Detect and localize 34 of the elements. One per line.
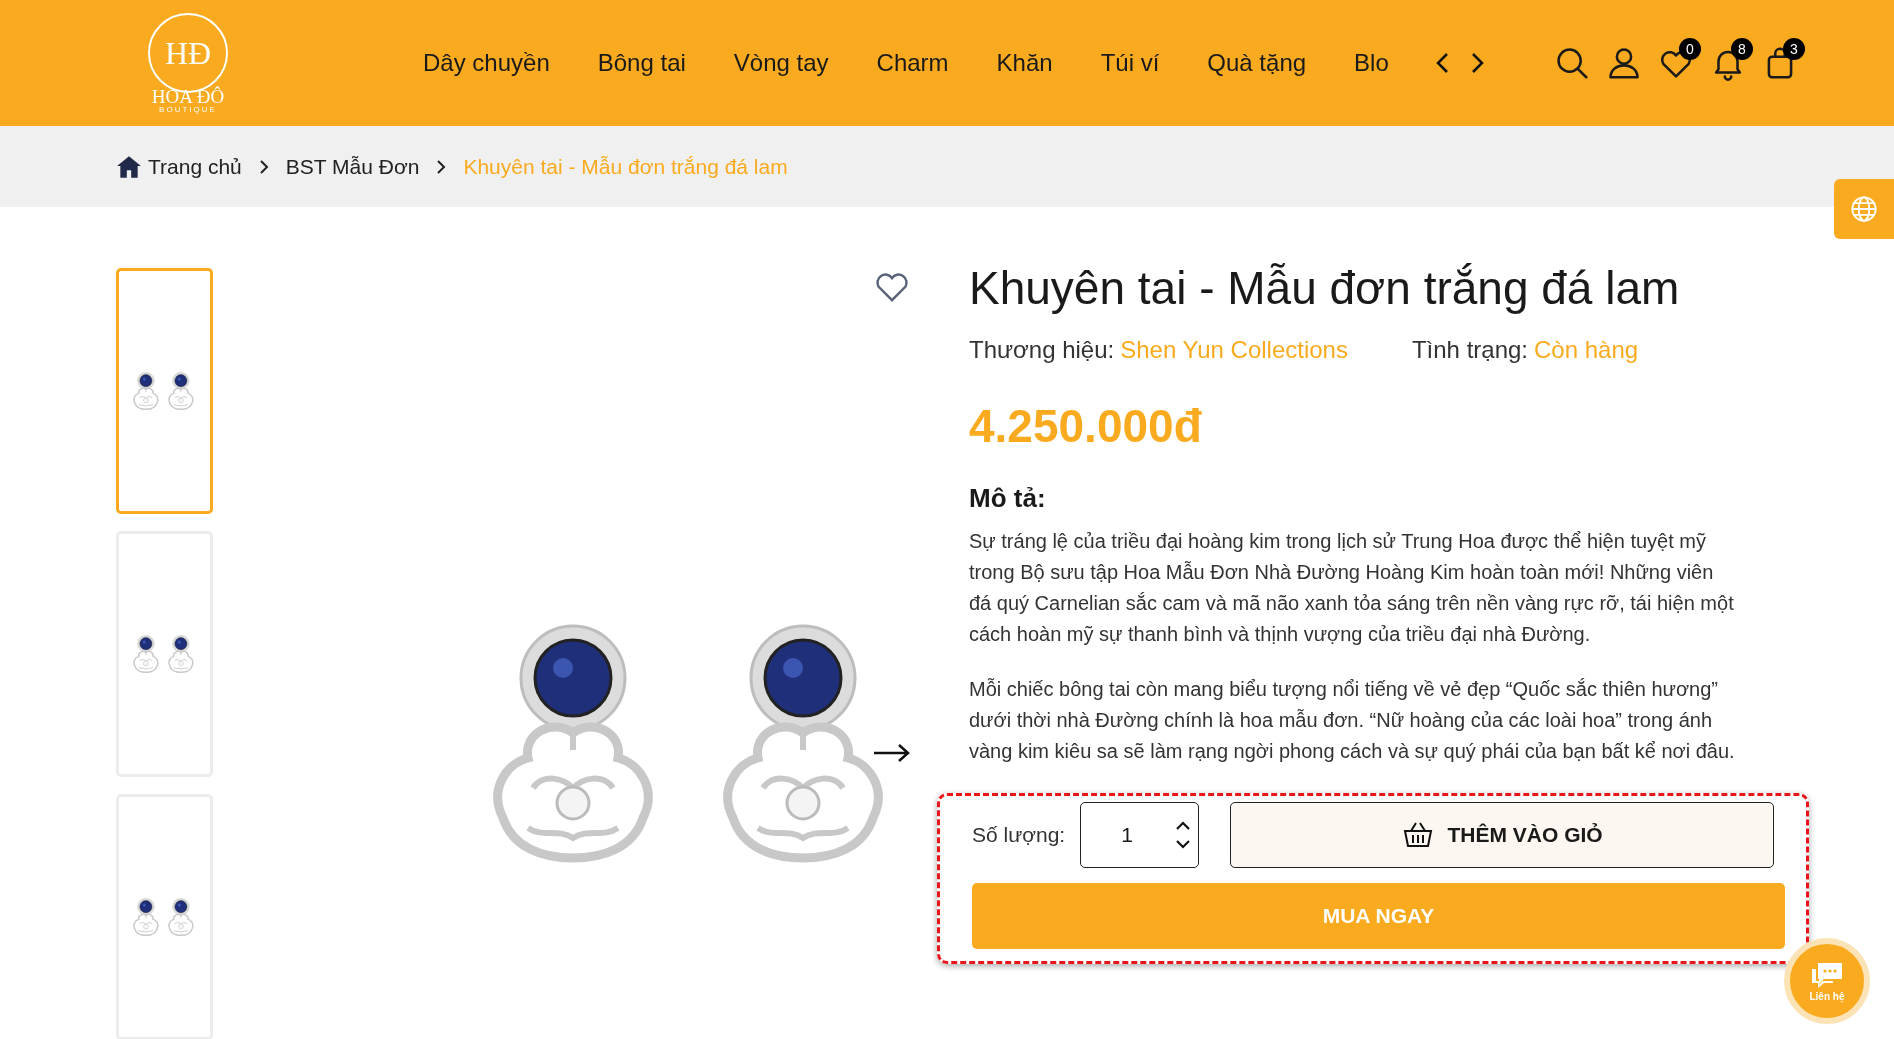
nav-link[interactable]: Vòng tay bbox=[733, 45, 829, 81]
count-badge: 3 bbox=[1783, 38, 1805, 60]
add-to-cart-button[interactable]: THÊM VÀO GIỎ bbox=[1230, 802, 1774, 868]
breadcrumb-link[interactable]: Trang chủ bbox=[148, 150, 242, 183]
product-title: Khuyên tai - Mẫu đơn trắng đá lam bbox=[969, 261, 1681, 316]
brand-label: Thương hiệu: bbox=[969, 335, 1115, 365]
status-label: Tình trạng: bbox=[1411, 335, 1528, 365]
nav-link[interactable]: Quà tặng bbox=[1207, 45, 1307, 81]
basket-icon bbox=[1401, 821, 1434, 849]
nav-link[interactable]: Bông tai bbox=[597, 45, 686, 81]
count-badge: 0 bbox=[1679, 38, 1701, 60]
description-paragraph: Sự tráng lệ của triều đại hoàng kim trong lịch sử Trung Hoa được thể hiện tuyệt mỹ trong Bộ sưu tập Hoa Mẫu Đơn Nhà Đường Hoàng Kim hoàn toàn mới! Những viên đá quý Carnelian sắc cam và mã não xanh tỏa sáng trên nền vàng rực rỡ, tái hiện một cách hoàn mỹ sự thanh bình và thịnh vượng của triều đại nhà Đường. bbox=[969, 529, 1735, 647]
nav-link[interactable]: Dây chuyền bbox=[423, 45, 550, 81]
count-badge: 8 bbox=[1731, 38, 1753, 60]
description-paragraph: Mỗi chiếc bông tai còn mang biểu tượng nổi tiếng về vẻ đẹp “Quốc sắc thiên hương” dưới thời nhà Đường chính là hoa mẫu đơn. “Nữ hoàng của các loài hoa” trong ánh vàng kim kiêu sa sẽ làm rạng ngời phong cách và sự quý phái của bạn bất kể nơi đâu. bbox=[969, 677, 1736, 764]
thumbnail[interactable] bbox=[116, 268, 213, 514]
chevron-right-icon bbox=[435, 158, 448, 175]
stock-status: Còn hàng bbox=[1534, 335, 1639, 365]
nav-link[interactable]: Blo bbox=[1354, 45, 1389, 81]
breadcrumb-link[interactable]: BST Mẫu Đơn bbox=[285, 150, 420, 183]
home-icon bbox=[116, 154, 142, 179]
globe-icon bbox=[1850, 195, 1878, 223]
quantity-field[interactable]: 1 bbox=[1080, 802, 1200, 868]
arrow-right-icon[interactable] bbox=[872, 741, 912, 765]
logo-tagline: BOUTIQUE bbox=[159, 105, 217, 114]
quantity-label: Số lượng: bbox=[972, 822, 1067, 849]
chevron-right-icon bbox=[257, 158, 270, 175]
nav-link[interactable]: Khăn bbox=[996, 45, 1053, 81]
nav-link[interactable]: Charm bbox=[876, 45, 949, 81]
nav-link[interactable]: Túi ví bbox=[1100, 45, 1160, 81]
product-price: 4.250.000đ bbox=[969, 399, 1203, 454]
chevron-down-icon[interactable] bbox=[1174, 839, 1193, 851]
description-heading: Mô tả: bbox=[969, 482, 1047, 515]
chat-icon bbox=[1810, 960, 1844, 989]
